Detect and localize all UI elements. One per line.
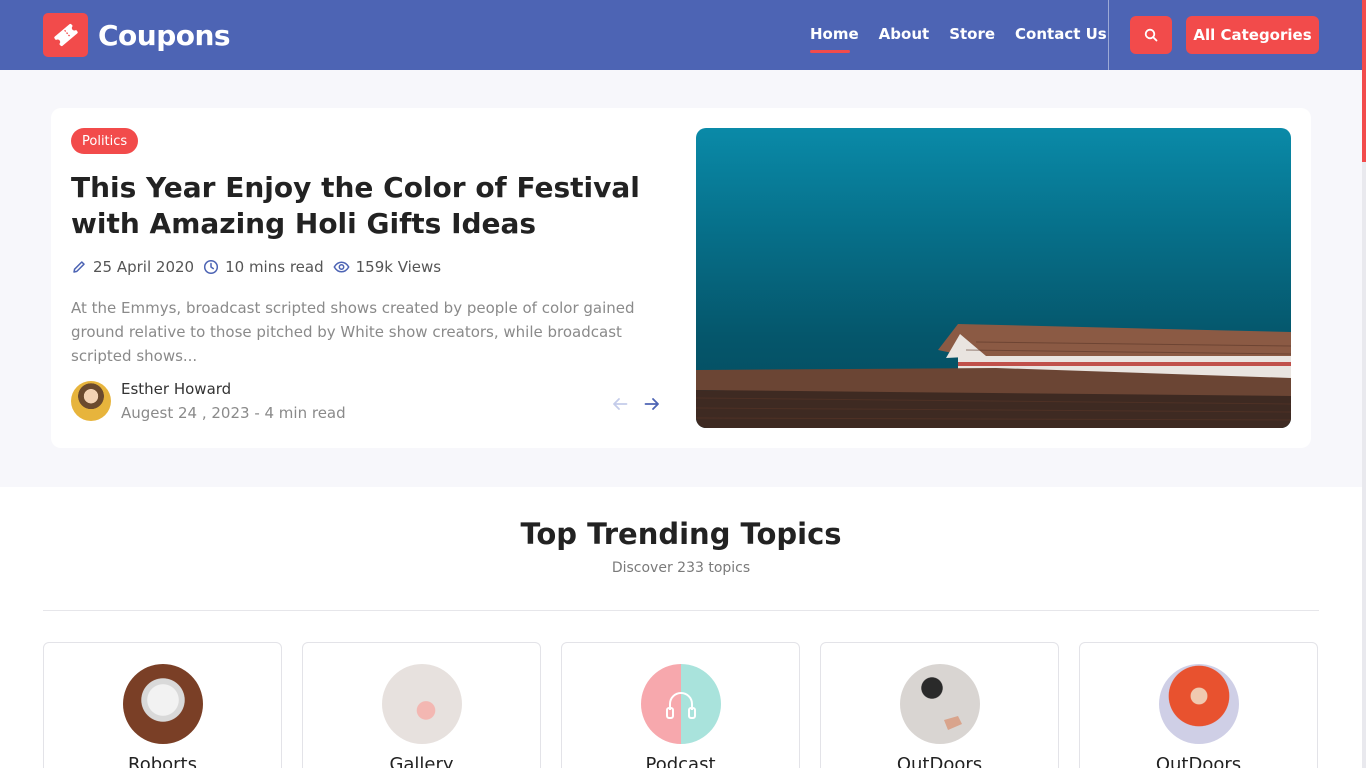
headphones-icon [666, 692, 696, 719]
topic-name: Roborts [128, 754, 197, 768]
meta-read-time: 10 mins read [203, 258, 324, 276]
meta-views-text: 159k Views [355, 258, 442, 276]
topic-card[interactable]: OutDoors [820, 642, 1059, 768]
header-divider [1108, 0, 1109, 70]
nav-contact-us[interactable]: Contact Us [1015, 25, 1107, 43]
post-title[interactable]: This Year Enjoy the Color of Festival wi… [71, 170, 671, 242]
section-title: Top Trending Topics [520, 517, 842, 551]
clock-icon [204, 259, 219, 275]
featured-post-card: Politics This Year Enjoy the Color of Fe… [51, 108, 1311, 448]
topic-image [900, 664, 980, 744]
nav-about[interactable]: About [879, 25, 930, 43]
logo[interactable]: Coupons [43, 13, 231, 57]
meta-views: 159k Views [333, 258, 442, 276]
topic-card[interactable]: Gallery [302, 642, 541, 768]
arrow-right-icon [644, 398, 659, 410]
topic-image [382, 664, 462, 744]
topic-card[interactable]: OutDoors [1079, 642, 1318, 768]
search-icon [1144, 28, 1158, 42]
scrollbar-thumb[interactable] [1362, 0, 1366, 162]
topic-image [641, 664, 721, 744]
section-divider [43, 610, 1319, 611]
top-header: Coupons Home About Store Contact Us All … [0, 0, 1362, 70]
pencil-icon [73, 261, 85, 273]
topic-name: Gallery [389, 754, 454, 768]
topic-card[interactable]: Podcast [561, 642, 800, 768]
logo-text: Coupons [98, 18, 231, 52]
post-meta: 25 April 2020 10 mins read 159k Views [71, 258, 450, 276]
meta-read-time-text: 10 mins read [225, 258, 324, 276]
nav-store[interactable]: Store [949, 25, 995, 43]
meta-date: 25 April 2020 [71, 258, 194, 276]
eye-icon [333, 261, 350, 273]
main-nav: Home About Store Contact Us [810, 25, 1127, 53]
trending-section: Top Trending Topics Discover 233 topics … [0, 487, 1362, 768]
topic-image [1159, 664, 1239, 744]
topic-name: OutDoors [1155, 754, 1242, 768]
topic-name: Podcast [645, 754, 716, 768]
topic-name: OutDoors [896, 754, 983, 768]
all-categories-button[interactable]: All Categories [1186, 16, 1319, 54]
arrow-left-icon [613, 398, 628, 410]
prev-slide-button[interactable] [610, 394, 630, 414]
post-excerpt: At the Emmys, broadcast scripted shows c… [71, 299, 635, 365]
topic-list: Roborts Gallery Podcast OutDoors OutDoor… [43, 642, 1318, 768]
ticket-icon [43, 13, 88, 57]
scrollbar-track[interactable] [1362, 0, 1366, 768]
author-block: Esther Howard Augest 24 , 2023 - 4 min r… [71, 380, 346, 422]
author-info: Esther Howard Augest 24 , 2023 - 4 min r… [121, 380, 346, 422]
nav-home[interactable]: Home [810, 25, 859, 53]
section-subtitle: Discover 233 topics [611, 560, 751, 576]
topic-card[interactable]: Roborts [43, 642, 282, 768]
topic-image [123, 664, 203, 744]
author-avatar[interactable] [71, 381, 111, 421]
meta-date-text: 25 April 2020 [93, 258, 195, 276]
search-button[interactable] [1130, 16, 1172, 54]
featured-post-image[interactable] [696, 128, 1291, 428]
author-date: Augest 24 , 2023 - 4 min read [121, 404, 346, 422]
next-slide-button[interactable] [642, 394, 662, 414]
author-name[interactable]: Esther Howard [121, 380, 346, 398]
category-badge[interactable]: Politics [71, 128, 139, 154]
